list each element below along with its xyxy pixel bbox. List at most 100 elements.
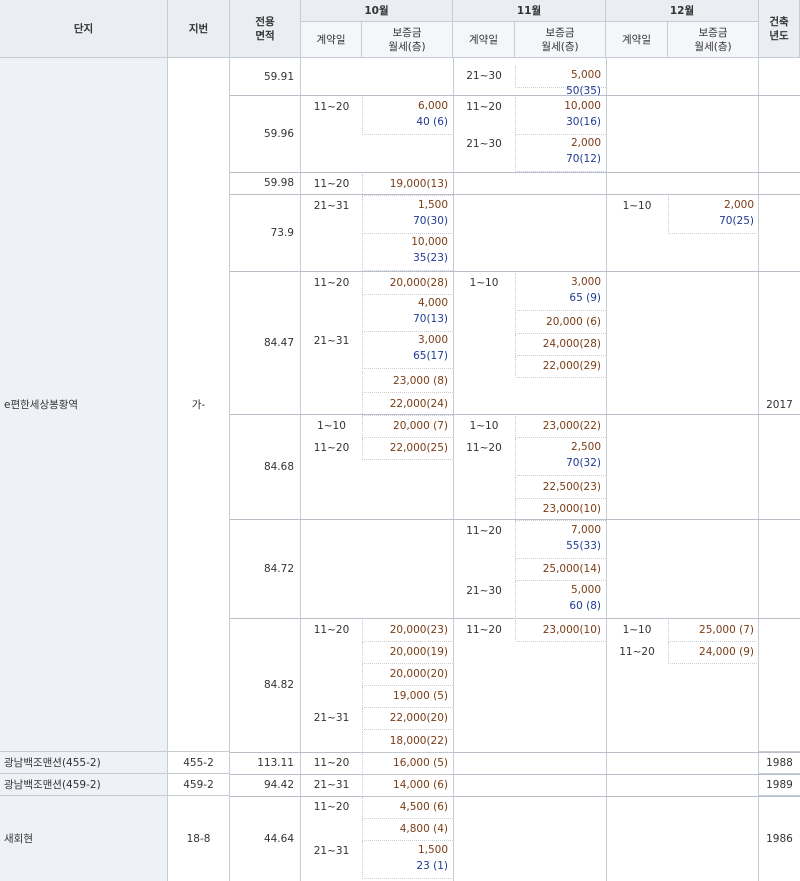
cell-divider [362, 707, 453, 708]
cell-divider [362, 415, 453, 416]
header-dec-deposit-rent: 보증금 월세(층) [668, 22, 759, 58]
cell-divider [668, 641, 759, 642]
deposit-rent: 10,000 35(23) [362, 234, 448, 266]
deposit-rent: 2,500 70(32) [515, 439, 601, 471]
column-separator [453, 58, 454, 881]
contract-day: 11~20 [313, 624, 350, 636]
deposit-rent: 4,000 70(13) [362, 295, 448, 327]
building-jibeon: 가- [168, 58, 230, 752]
header-dec-contract-day: 계약일 [606, 22, 668, 58]
deposit: 24,000 (9) [699, 646, 754, 658]
header-nov-contract-day: 계약일 [453, 22, 515, 58]
deposit-rent: 20,000(20) [362, 666, 448, 682]
area-cell: 84.47 [230, 271, 301, 414]
monthly-rent: 30(16) [566, 116, 601, 128]
monthly-rent: 70(13) [413, 313, 448, 325]
cell-divider [515, 437, 606, 438]
cell-divider [515, 377, 606, 378]
deposit-rent: 22,000(29) [515, 358, 601, 374]
cell-divider [362, 195, 453, 196]
building-name: e편한세상봉황역 [0, 58, 168, 752]
contract-day: 11~20 [466, 442, 502, 454]
cell-divider [515, 520, 606, 521]
deposit-rent: 19,000(13) [362, 176, 448, 192]
deposit: 20,000(28) [389, 277, 448, 289]
monthly-rent: 40 (6) [416, 116, 448, 128]
deposit: 7,000 [570, 524, 601, 536]
deposit-rent: 23,000(22) [515, 418, 601, 434]
area-cell: 84.72 [230, 519, 301, 618]
deposit: 5,000 [570, 69, 601, 81]
header-oct: 10월 [301, 0, 453, 22]
cell-divider [515, 355, 606, 356]
building-jibeon: 455-2 [168, 752, 230, 774]
deposit: 23,000 (8) [393, 375, 448, 387]
cell-divider [362, 134, 453, 135]
deposit: 6,000 [417, 100, 448, 112]
deposit: 1,500 [417, 199, 448, 211]
building-year: 1986 [766, 832, 793, 845]
deposit-rent: 19,000 (5) [362, 688, 448, 704]
deposit: 22,000(24) [389, 398, 448, 410]
deposit-rent: 23,000 (8) [362, 373, 448, 389]
contract-day: 11~20 [466, 624, 502, 636]
area-cell: 59.96 [230, 95, 301, 172]
area-cell: 59.91 [230, 58, 301, 95]
deposit-rent: 22,500(23) [515, 479, 601, 495]
deposit-rent: 5,000 60 (8) [515, 582, 601, 614]
deposit: 2,500 [570, 441, 601, 453]
deposit-rent: 23,000(10) [515, 501, 601, 517]
area-cell: 84.68 [230, 414, 301, 519]
contract-day: 11~20 [619, 646, 655, 658]
deposit: 1,500 [417, 844, 448, 856]
deposit-rent: 22,000(24) [362, 396, 448, 412]
deposit: 22,500(23) [542, 481, 601, 493]
deposit: 22,000(20) [389, 712, 448, 724]
row-separator [230, 172, 800, 173]
cell-divider [668, 233, 759, 234]
row-separator [230, 774, 800, 775]
monthly-rent: 60 (8) [569, 600, 601, 612]
cell-divider [362, 459, 453, 460]
deposit: 22,000(29) [542, 360, 601, 372]
contract-day: 11~20 [313, 178, 350, 190]
area-cell: 44.64 [230, 796, 301, 881]
monthly-rent: 70(30) [413, 215, 448, 227]
area-cell: 113.11 [230, 752, 301, 774]
cell-divider [362, 641, 453, 642]
deposit: 24,000(28) [542, 338, 601, 350]
deposit-rent: 1,500 23 (1) [362, 842, 448, 874]
cell-divider [515, 310, 606, 311]
monthly-rent: 55(33) [566, 540, 601, 552]
deposit-rent: 24,000 (9) [668, 644, 754, 660]
building-year: 1989 [759, 774, 800, 796]
deposit: 2,000 [570, 137, 601, 149]
cell-divider [515, 498, 606, 499]
row-separator [230, 796, 800, 797]
deposit-rent: 18,000(22) [362, 733, 448, 749]
cell-divider [515, 618, 606, 619]
deposit: 19,000 (5) [393, 690, 448, 702]
deposit: 5,000 [570, 584, 601, 596]
deposit-rent: 5,000 50(35) [515, 67, 601, 99]
deposit-rent: 25,000 (7) [668, 622, 754, 638]
column-separator [758, 58, 759, 881]
building-name: 광남백조맨션(459-2) [0, 774, 168, 796]
contract-day: 11~20 [313, 757, 350, 769]
deposit: 25,000(14) [542, 563, 601, 575]
contract-day: 21~31 [313, 845, 350, 857]
row-separator [230, 271, 800, 272]
cell-divider [515, 333, 606, 334]
cell-divider [362, 685, 453, 686]
contract-day: 11~20 [313, 442, 350, 454]
row-separator [230, 414, 800, 415]
deposit-rent: 3,000 65 (9) [515, 274, 601, 306]
deposit-rent: 4,800 (4) [362, 821, 448, 837]
header-nov-deposit-rent: 보증금 월세(층) [515, 22, 606, 58]
cell-divider [362, 878, 453, 879]
deposit: 2,000 [723, 199, 754, 211]
building-year: 1988 [759, 752, 800, 774]
cell-divider [362, 392, 453, 393]
contract-day: 11~20 [466, 525, 502, 537]
deposit: 20,000(23) [389, 624, 448, 636]
